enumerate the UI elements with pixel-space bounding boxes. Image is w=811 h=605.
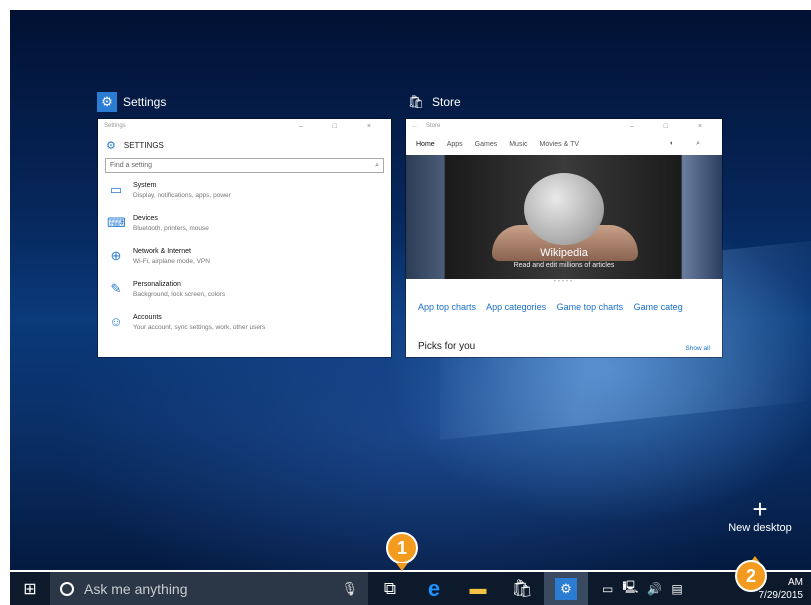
store-nav-apps[interactable]: Apps (447, 141, 463, 148)
callout-1-number: 1 (396, 537, 407, 558)
volume-icon[interactable]: 🔊 (647, 582, 662, 596)
battery-icon[interactable]: ▭ (602, 582, 613, 596)
folder-icon: ▬ (469, 578, 487, 598)
window-controls: – □ × (629, 122, 716, 130)
find-setting-placeholder: Find a setting (110, 162, 153, 169)
carousel-dots: ••••• (553, 279, 575, 285)
globe-icon: ⊕ (110, 248, 122, 263)
settings-item-title: System (133, 182, 157, 189)
store-links: App top charts App categories Game top c… (418, 302, 691, 312)
gear-icon: ⚙ (106, 140, 116, 152)
file-explorer-button[interactable]: ▬ (456, 572, 500, 605)
show-all-link[interactable]: Show all (685, 345, 710, 352)
person-icon: ☺ (109, 314, 123, 329)
store-titlebar: ← Store – □ × (406, 119, 722, 133)
wikipedia-globe-image (524, 173, 604, 245)
settings-header: ⚙ SETTINGS (98, 133, 391, 158)
clock-date: 7/29/2015 (758, 589, 804, 601)
store-nav-right: ◐ ⌕ (670, 140, 712, 148)
link-app-top-charts[interactable]: App top charts (418, 302, 476, 312)
new-desktop-label: New desktop (728, 522, 792, 534)
callout-2-number: 2 (745, 565, 756, 586)
action-center-icon[interactable]: ▤ (671, 582, 682, 596)
settings-item-title: Network & Internet (133, 248, 191, 255)
store-nav-music[interactable]: Music (509, 141, 527, 148)
task-view-button[interactable]: ⧉ (368, 572, 412, 605)
start-button[interactable]: ⊞ (10, 579, 50, 599)
store-hero-banner[interactable]: Wikipedia Read and edit millions of arti… (406, 155, 722, 279)
cortana-search-box[interactable]: Ask me anything 🎙 (50, 572, 368, 605)
desktop-background: ⚙ Settings Settings – □ × ⚙ SETTINGS Fin… (10, 10, 811, 570)
settings-titlebar-text: Settings (104, 123, 126, 129)
taskbar: ⊞ Ask me anything 🎙 ⧉ e ▬ 🛍 ⚙ ▭ 🖳 🔊 ▤ AM… (10, 572, 811, 605)
settings-taskbar-button[interactable]: ⚙ (544, 572, 588, 605)
cortana-icon (60, 581, 74, 596)
microphone-icon[interactable]: 🎙 (341, 581, 358, 597)
settings-item-title: Personalization (133, 281, 181, 288)
laptop-icon: ▭ (109, 182, 123, 197)
devices-icon: ⌨ (107, 215, 126, 230)
gear-icon: ⚙ (97, 92, 117, 112)
callout-2-badge: 2 (735, 560, 767, 592)
settings-window-thumbnail[interactable]: Settings – □ × ⚙ SETTINGS Find a setting… (98, 119, 391, 357)
network-icon[interactable]: 🖳 (622, 578, 638, 599)
settings-item-title: Devices (133, 215, 158, 222)
store-nav-home[interactable]: Home (416, 141, 435, 148)
store-nav: Home Apps Games Music Movies & TV ◐ ⌕ (406, 133, 722, 155)
back-arrow-icon: ← (412, 123, 418, 129)
link-game-top-charts[interactable]: Game top charts (557, 302, 624, 312)
settings-item-network[interactable]: ⊕ Network & Internet Wi-Fi, airplane mod… (98, 247, 391, 280)
window-controls: – □ × (298, 122, 385, 130)
settings-item-title: Accounts (133, 314, 162, 321)
callout-1-badge: 1 (386, 532, 418, 564)
task-view-icon: ⧉ (383, 578, 397, 598)
search-placeholder: Ask me anything (84, 580, 188, 597)
hero-title: Wikipedia (540, 247, 588, 259)
search-icon: ⌕ (375, 161, 379, 169)
new-desktop-button[interactable]: + New desktop (710, 496, 810, 534)
store-window-thumbnail[interactable]: ← Store – □ × Home Apps Games Music Movi… (406, 119, 722, 357)
settings-heading: SETTINGS (123, 141, 164, 150)
store-titlebar-text: Store (426, 123, 441, 129)
link-app-categories[interactable]: App categories (486, 302, 546, 312)
settings-item-devices[interactable]: ⌨ Devices Bluetooth, printers, mouse (98, 214, 391, 247)
settings-titlebar: Settings – □ × (98, 119, 391, 133)
brush-icon: ✎ (110, 281, 122, 296)
store-nav-games[interactable]: Games (475, 141, 498, 148)
settings-item-subtitle: Wi-Fi, airplane mode, VPN (133, 258, 210, 265)
system-tray: ▭ 🖳 🔊 ▤ (602, 578, 683, 599)
settings-item-subtitle: Background, lock screen, colors (133, 291, 226, 298)
picks-for-you-heading: Picks for you (418, 341, 476, 352)
store-taskbar-button[interactable]: 🛍 (500, 572, 544, 605)
search-icon[interactable]: ⌕ (696, 140, 700, 148)
store-label-text: Store (432, 95, 461, 109)
windows-logo-icon: ⊞ (23, 580, 37, 598)
edge-browser-button[interactable]: e (412, 572, 456, 605)
user-avatar-icon[interactable]: ◐ (670, 140, 674, 148)
settings-item-subtitle: Display, notifications, apps, power (133, 192, 231, 199)
shopping-bag-icon: 🛍 (407, 94, 425, 109)
settings-label-text: Settings (123, 95, 167, 109)
settings-item-accounts[interactable]: ☺ Accounts Your account, sync settings, … (98, 313, 391, 346)
link-game-categories[interactable]: Game categ (634, 302, 683, 312)
settings-item-system[interactable]: ▭ System Display, notifications, apps, p… (98, 181, 391, 214)
settings-item-subtitle: Your account, sync settings, work, other… (133, 324, 266, 331)
edge-icon: e (427, 575, 441, 601)
store-nav-movies[interactable]: Movies & TV (540, 141, 580, 148)
gear-icon: ⚙ (555, 577, 577, 600)
shopping-bag-icon: 🛍 (511, 578, 533, 598)
plus-icon: + (752, 494, 768, 524)
store-window-label[interactable]: 🛍 Store (406, 92, 461, 112)
settings-item-personalization[interactable]: ✎ Personalization Background, lock scree… (98, 280, 391, 313)
find-setting-input[interactable]: Find a setting ⌕ (105, 158, 384, 173)
settings-window-label[interactable]: ⚙ Settings (97, 92, 166, 112)
hero-subtitle: Read and edit millions of articles (513, 262, 615, 269)
settings-item-subtitle: Bluetooth, printers, mouse (133, 225, 209, 232)
callout-1-pointer (396, 563, 408, 571)
